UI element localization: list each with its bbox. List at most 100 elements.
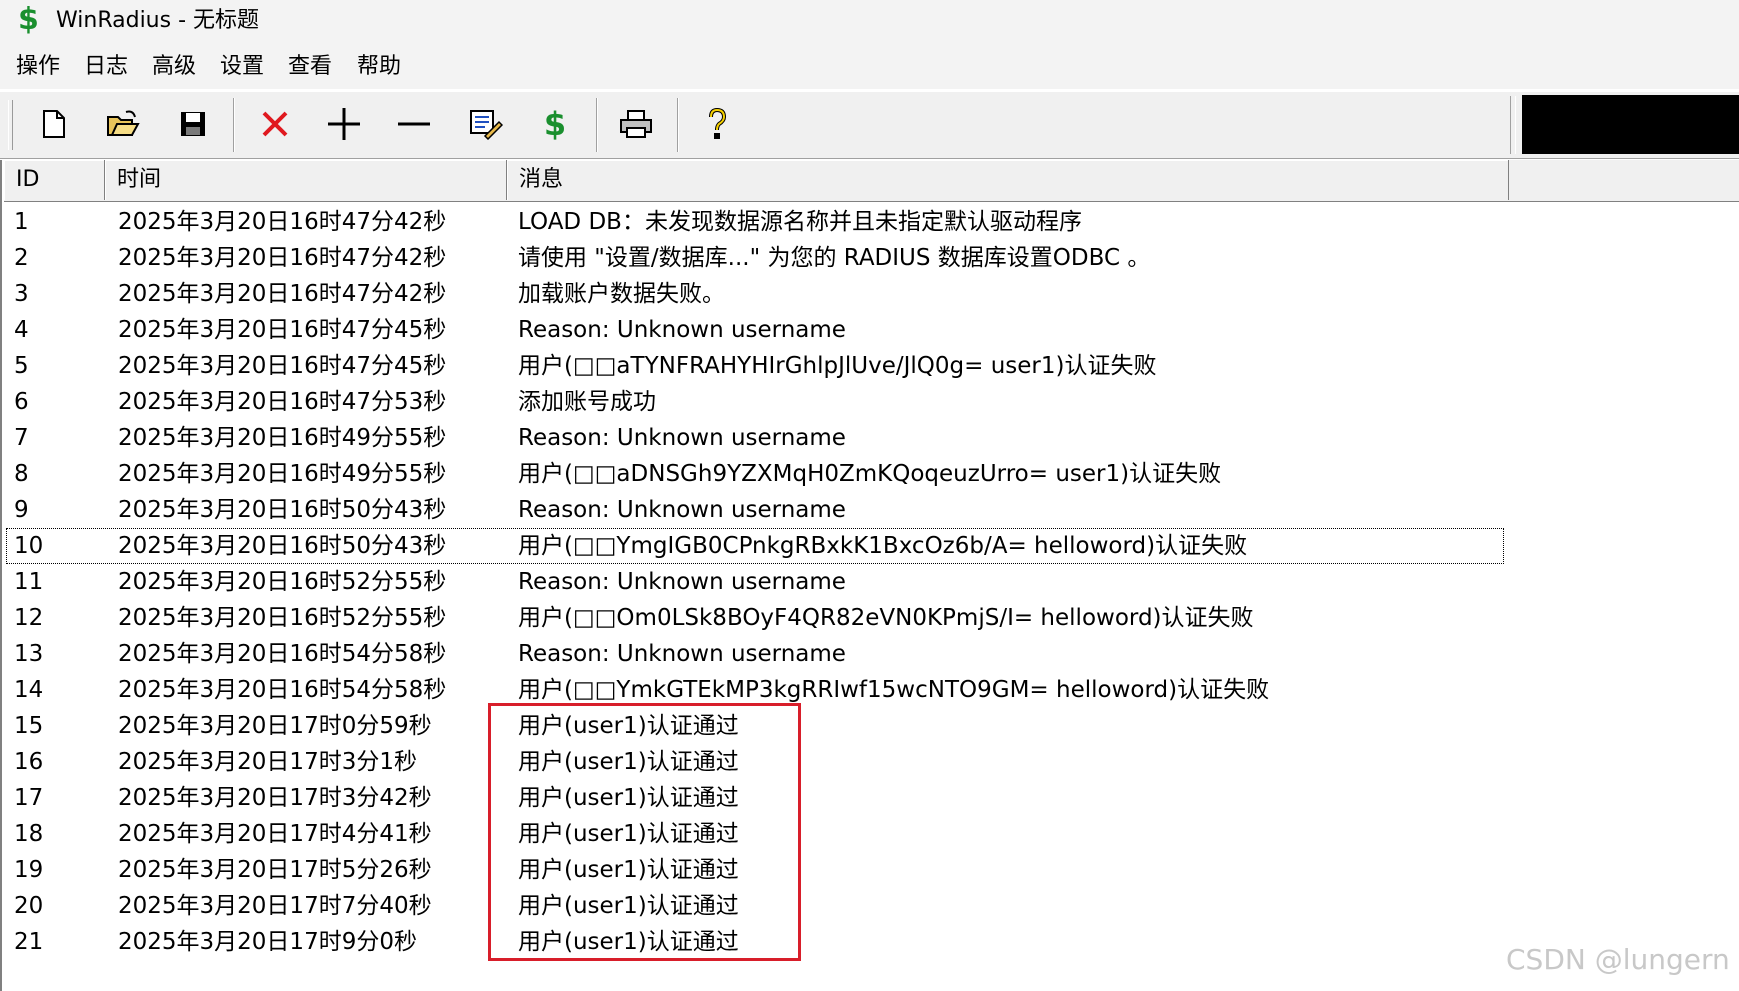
row-time: 2025年3月20日16时47分42秒 (118, 209, 447, 235)
table-row[interactable]: 3 2025年3月20日16时47分42秒 加载账户数据失败。 (6, 276, 1506, 312)
row-time: 2025年3月20日16时49分55秒 (118, 461, 447, 487)
table-row[interactable]: 12 2025年3月20日16时52分55秒 用户(□□Om0LSk8BOyF4QR… (6, 600, 1506, 636)
row-message: 用户(□□aTYNFRAHYHIrGhlpJlUve/JlQ0g= user1)… (518, 353, 1157, 379)
row-message: 用户(□□Om0LSk8BOyF4QR82eVN0KPmjS/I= hellow… (518, 605, 1254, 631)
toolbar-grip (1510, 96, 1516, 154)
menu-operate[interactable]: 操作 (16, 53, 60, 81)
row-id: 6 (14, 389, 29, 415)
row-message: 请使用 "设置/数据库..." 为您的 RADIUS 数据库设置ODBC 。 (518, 245, 1151, 271)
highlight-box (488, 703, 801, 961)
table-row[interactable]: 13 2025年3月20日16时54分58秒 Reason: Unknown use… (6, 636, 1506, 672)
accounting-button[interactable]: $ (529, 100, 581, 148)
table-row[interactable]: 4 2025年3月20日16时47分45秒 Reason: Unknown user… (6, 312, 1506, 348)
row-id: 13 (14, 641, 44, 667)
row-id: 16 (14, 749, 44, 775)
row-time: 2025年3月20日16时54分58秒 (118, 641, 447, 667)
row-id: 20 (14, 893, 44, 919)
row-id: 8 (14, 461, 29, 487)
toolbar-separator (677, 98, 679, 152)
row-time: 2025年3月20日17时0分59秒 (118, 713, 432, 739)
row-time: 2025年3月20日17时9分0秒 (118, 929, 417, 955)
new-file-button[interactable] (28, 100, 80, 148)
open-button[interactable] (97, 100, 149, 148)
row-time: 2025年3月20日16时47分42秒 (118, 281, 447, 307)
row-id: 11 (14, 569, 44, 595)
dollar-icon: $ (18, 2, 39, 37)
table-row[interactable]: 9 2025年3月20日16时50分43秒 Reason: Unknown user… (6, 492, 1506, 528)
new-file-icon (43, 110, 65, 138)
row-id: 12 (14, 605, 44, 631)
row-time: 2025年3月20日16时50分43秒 (118, 497, 447, 523)
table-row[interactable]: 1 2025年3月20日16时47分42秒 LOAD DB：未发现数据源名称并且未指… (6, 204, 1506, 240)
edit-button[interactable] (460, 100, 512, 148)
row-time: 2025年3月20日17时3分42秒 (118, 785, 432, 811)
list-header: ID 时间 消息 (4, 160, 1739, 202)
row-message: Reason: Unknown username (518, 497, 846, 523)
row-time: 2025年3月20日16时50分43秒 (118, 533, 447, 559)
menu-help[interactable]: 帮助 (357, 53, 401, 81)
table-row[interactable]: 2 2025年3月20日16时47分42秒 请使用 "设置/数据库..." 为您的 … (6, 240, 1506, 276)
column-header-message[interactable]: 消息 (507, 160, 1509, 200)
watermark: CSDN @lungern (1506, 943, 1730, 976)
menu-advanced[interactable]: 高级 (152, 53, 196, 81)
row-time: 2025年3月20日16时47分42秒 (118, 245, 447, 271)
row-message: 用户(□□aDNSGh9YZXMqH0ZmKQoqeuzUrro= user1)… (518, 461, 1222, 487)
row-id: 5 (14, 353, 29, 379)
row-id: 21 (14, 929, 44, 955)
title-bar: $ WinRadius - 无标题 (0, 0, 1739, 44)
delete-button[interactable] (249, 100, 301, 148)
row-message: Reason: Unknown username (518, 641, 846, 667)
table-row[interactable]: 11 2025年3月20日16时52分55秒 Reason: Unknown use… (6, 564, 1506, 600)
row-id: 9 (14, 497, 29, 523)
row-time: 2025年3月20日17时5分26秒 (118, 857, 432, 883)
row-time: 2025年3月20日16时47分45秒 (118, 317, 447, 343)
status-panel (1522, 95, 1739, 154)
print-button[interactable] (610, 100, 662, 148)
row-time: 2025年3月20日17时4分41秒 (118, 821, 432, 847)
row-time: 2025年3月20日17时7分40秒 (118, 893, 432, 919)
row-id: 14 (14, 677, 44, 703)
help-button[interactable] (691, 100, 743, 148)
print-icon (620, 110, 652, 138)
row-time: 2025年3月20日16时52分55秒 (118, 569, 447, 595)
row-time: 2025年3月20日16时47分53秒 (118, 389, 447, 415)
table-row[interactable]: 7 2025年3月20日16时49分55秒 Reason: Unknown user… (6, 420, 1506, 456)
help-icon (709, 107, 727, 139)
remove-button[interactable] (388, 100, 440, 148)
row-time: 2025年3月20日16时52分55秒 (118, 605, 447, 631)
table-row[interactable]: 8 2025年3月20日16时49分55秒 用户(□□aDNSGh9YZXMqH0Z… (6, 456, 1506, 492)
row-id: 10 (14, 533, 44, 559)
toolbar-separator (596, 98, 598, 152)
toolbar: $ (0, 91, 1739, 159)
row-id: 19 (14, 857, 44, 883)
row-message: Reason: Unknown username (518, 317, 846, 343)
column-header-id[interactable]: ID (4, 160, 105, 200)
window-title: WinRadius - 无标题 (56, 8, 260, 33)
row-time: 2025年3月20日16时47分45秒 (118, 353, 447, 379)
row-id: 15 (14, 713, 44, 739)
delete-icon (262, 111, 288, 137)
row-id: 18 (14, 821, 44, 847)
table-row[interactable]: 6 2025年3月20日16时47分53秒 添加账号成功 (6, 384, 1506, 420)
menu-view[interactable]: 查看 (288, 53, 332, 81)
add-button[interactable] (318, 100, 370, 148)
edit-icon (470, 110, 503, 140)
row-message: Reason: Unknown username (518, 425, 846, 451)
row-id: 17 (14, 785, 44, 811)
row-id: 7 (14, 425, 29, 451)
row-time: 2025年3月20日16时54分58秒 (118, 677, 447, 703)
column-header-time[interactable]: 时间 (105, 160, 507, 200)
save-button[interactable] (167, 100, 219, 148)
dollar-icon: $ (543, 105, 567, 143)
row-id: 2 (14, 245, 29, 271)
row-id: 1 (14, 209, 29, 235)
row-message: 添加账号成功 (518, 389, 656, 415)
table-row[interactable]: 5 2025年3月20日16时47分45秒 用户(□□aTYNFRAHYHIrGhl… (6, 348, 1506, 384)
menu-bar: 操作 日志 高级 设置 查看 帮助 (0, 44, 1739, 89)
toolbar-grip (8, 100, 13, 150)
menu-log[interactable]: 日志 (84, 53, 128, 81)
row-message: 用户(□□YmgIGB0CPnkgRBxkK1BxcOz6b/A= hellow… (518, 533, 1248, 559)
table-row[interactable]: 10 2025年3月20日16时50分43秒 用户(□□YmgIGB0CPnkgRB… (6, 528, 1504, 564)
menu-settings[interactable]: 设置 (220, 53, 264, 81)
save-icon (181, 112, 205, 136)
